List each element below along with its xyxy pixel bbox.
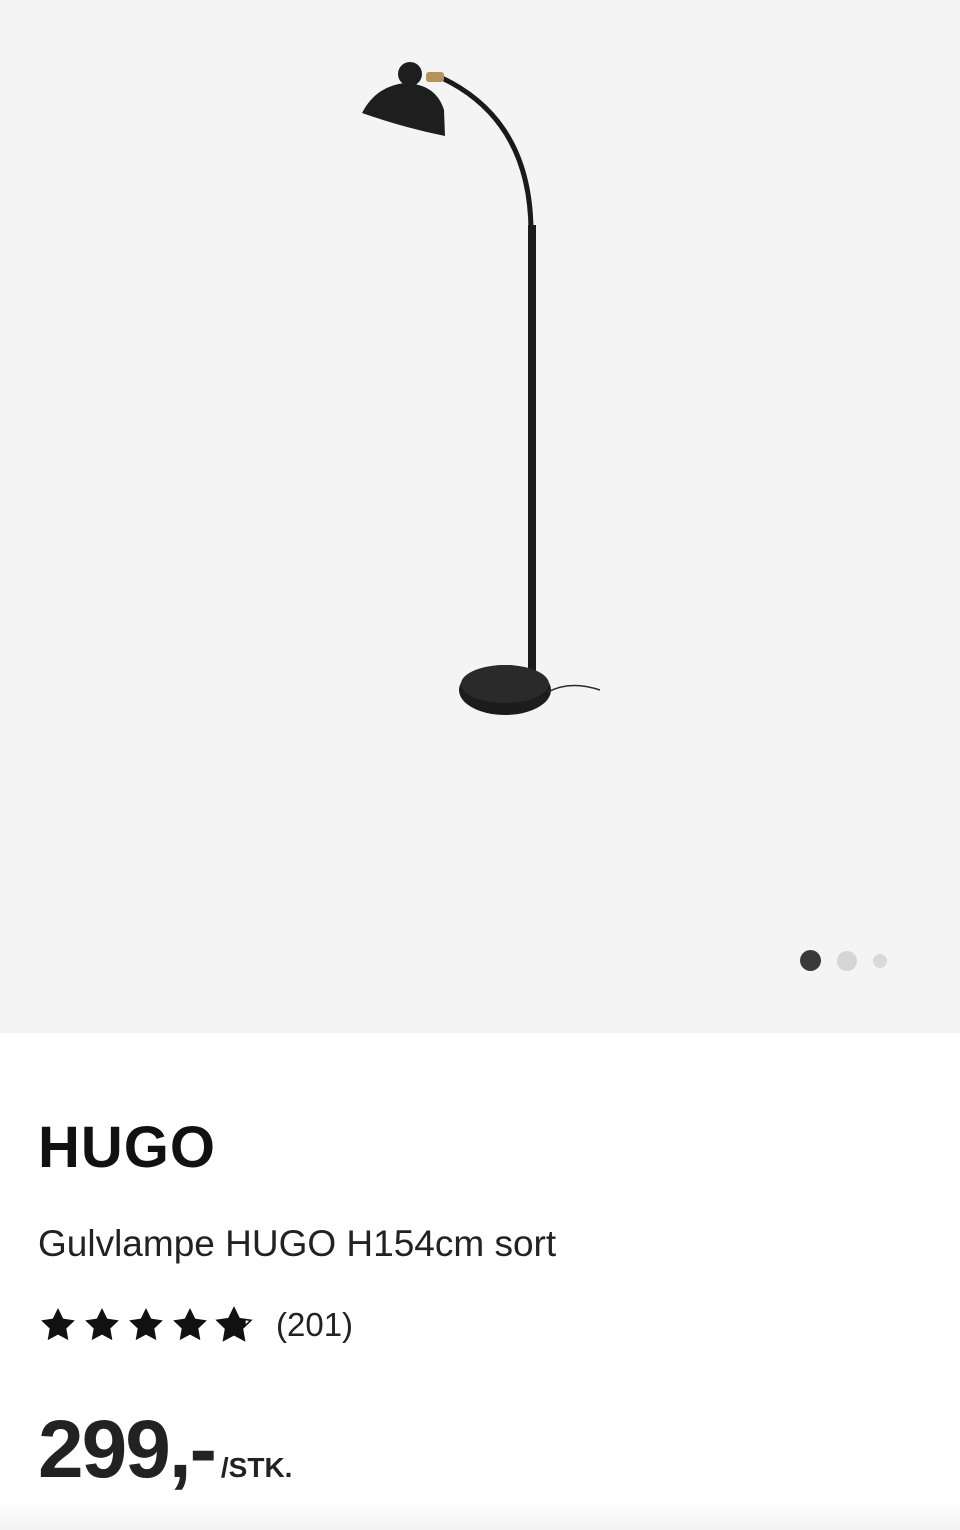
product-rating[interactable]: (201) (38, 1305, 353, 1345)
product-brand: HUGO (38, 1115, 216, 1180)
carousel-dot-3[interactable] (873, 953, 887, 968)
star-icon (41, 1308, 75, 1341)
star-icon (173, 1308, 207, 1341)
star-partial-icon (215, 1306, 253, 1342)
product-gallery[interactable] (0, 0, 960, 1033)
bottom-fade (0, 1500, 960, 1530)
price-unit: /STK. (220, 1452, 293, 1483)
carousel-indicator (800, 950, 887, 971)
star-icon (129, 1308, 163, 1341)
price-value: 299,- (38, 1404, 217, 1495)
carousel-dot-2[interactable] (837, 950, 857, 971)
review-count[interactable]: (201) (276, 1306, 353, 1344)
carousel-dot-1[interactable] (800, 950, 821, 971)
product-price: 299,- /STK. (38, 1405, 292, 1495)
rating-stars (38, 1305, 254, 1345)
product-description: Gulvlampe HUGO H154cm sort (38, 1223, 557, 1264)
star-icon (85, 1308, 119, 1341)
floor-lamp-image (362, 62, 601, 715)
product-info: HUGO Gulvlampe HUGO H154cm sort (201) 29… (0, 1033, 960, 1530)
